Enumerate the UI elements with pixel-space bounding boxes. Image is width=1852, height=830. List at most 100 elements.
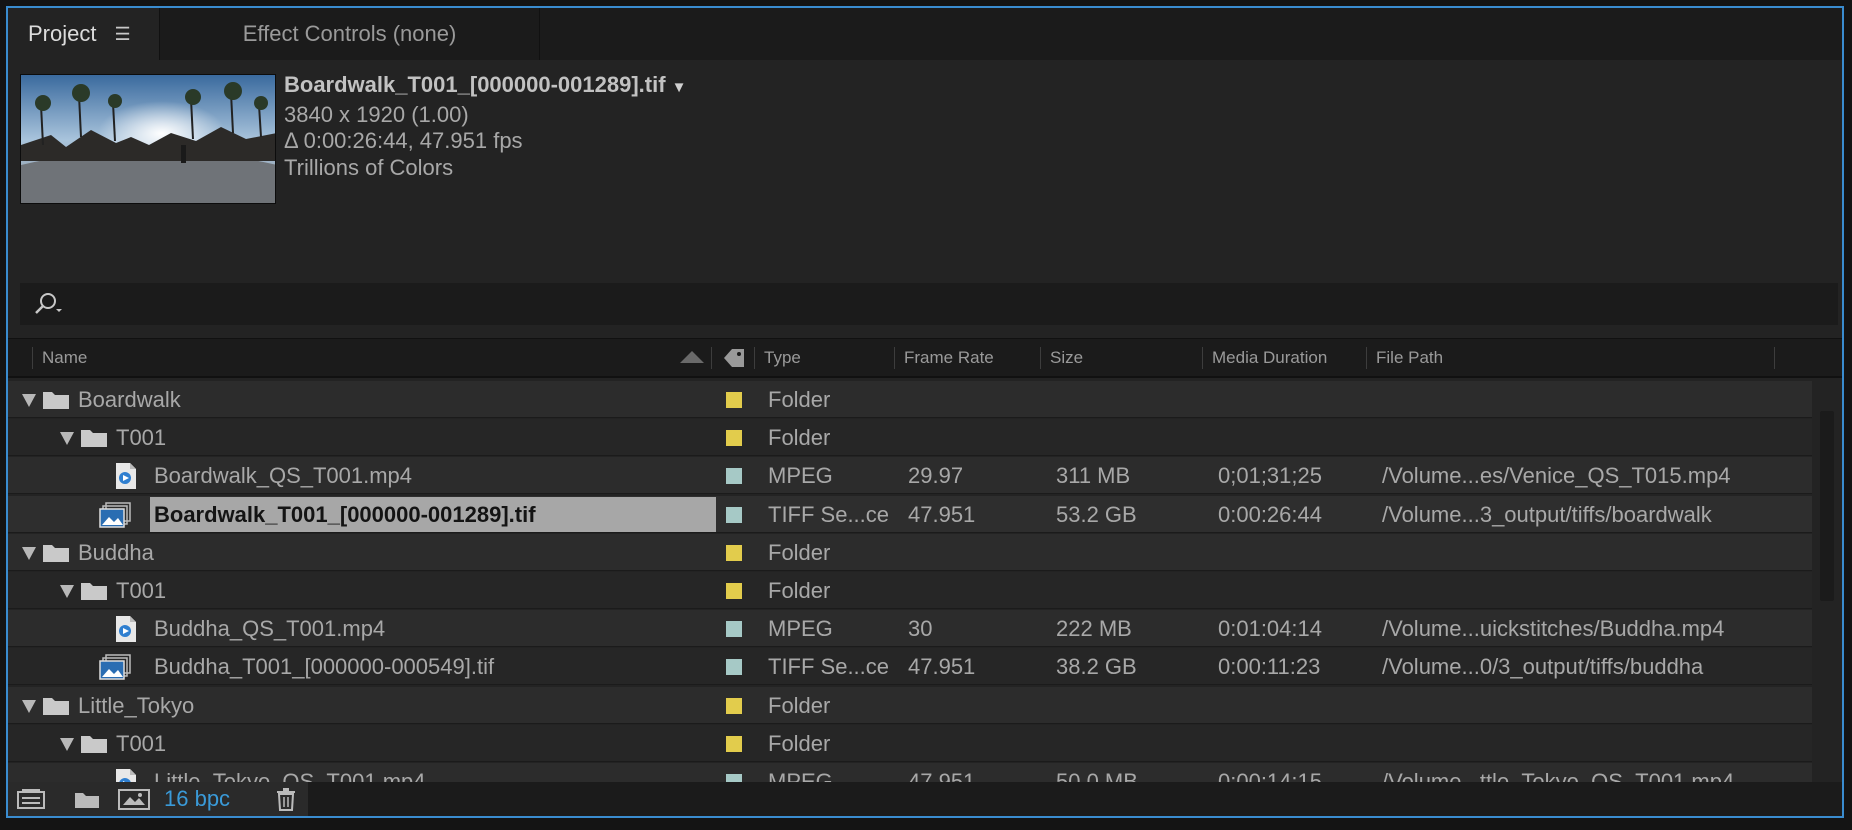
- item-media-duration: 0;01;31;25: [1218, 463, 1322, 489]
- caret-down-icon[interactable]: ▼: [672, 79, 687, 96]
- column-separator[interactable]: [32, 347, 33, 369]
- tab-project[interactable]: Project ☰: [8, 8, 160, 60]
- project-item-list: Boardwalk Folder T001 Folder Boardwalk_QS_T0…: [8, 381, 1812, 789]
- column-separator[interactable]: [894, 347, 895, 369]
- search-bar: [20, 283, 1838, 325]
- label-color-swatch[interactable]: [726, 659, 742, 676]
- item-name[interactable]: Buddha_QS_T001.mp4: [154, 610, 385, 647]
- item-name[interactable]: Little_Tokyo: [78, 687, 194, 724]
- label-color-swatch[interactable]: [726, 506, 742, 523]
- item-name[interactable]: T001: [116, 419, 166, 456]
- disclosure-triangle-icon[interactable]: [60, 585, 74, 598]
- footage-row[interactable]: Buddha_T001_[000000-000549].tif TIFF Se..…: [8, 648, 1812, 687]
- label-color-swatch[interactable]: [726, 392, 742, 408]
- item-file-path: /Volume...es/Venice_QS_T015.mp4: [1382, 463, 1731, 489]
- item-type: Folder: [768, 539, 831, 565]
- label-color-swatch[interactable]: [726, 544, 742, 561]
- new-composition-icon[interactable]: [116, 786, 152, 816]
- footage-row[interactable]: Boardwalk_T001_[000000-001289].tif TIFF S…: [8, 495, 1812, 533]
- trash-icon[interactable]: [272, 786, 300, 816]
- label-tag-icon[interactable]: [720, 346, 748, 370]
- item-media-duration: 0:01:04:14: [1218, 616, 1322, 642]
- column-separator[interactable]: [1040, 347, 1041, 369]
- item-size: 53.2 GB: [1056, 501, 1137, 527]
- vertical-scrollbar[interactable]: [1812, 381, 1842, 789]
- new-folder-icon[interactable]: [72, 786, 102, 816]
- item-name[interactable]: Buddha: [78, 534, 154, 571]
- label-color-swatch[interactable]: [726, 735, 742, 752]
- disclosure-triangle-icon[interactable]: [60, 737, 74, 751]
- folder-icon: [80, 734, 108, 754]
- label-color-swatch[interactable]: [726, 468, 742, 485]
- disclosure-triangle-icon[interactable]: [22, 699, 36, 713]
- tab-effect-controls-label: Effect Controls (none): [242, 21, 457, 46]
- item-file-path: /Volume...uickstitches/Buddha.mp4: [1382, 616, 1725, 642]
- footage-title-row[interactable]: Boardwalk_T001_[000000-001289].tif ▼: [284, 72, 686, 102]
- column-header-type[interactable]: Type: [764, 339, 801, 377]
- label-color-swatch[interactable]: [726, 697, 742, 714]
- item-frame-rate: 47.951: [908, 501, 976, 527]
- table-header: Name Type Frame Rate Size Media Duration…: [8, 338, 1842, 378]
- folder-row[interactable]: T001 Folder: [8, 419, 1812, 457]
- item-name[interactable]: T001: [116, 572, 166, 609]
- column-header-name[interactable]: Name: [42, 339, 87, 377]
- folder-icon: [80, 581, 108, 601]
- footage-row[interactable]: Boardwalk_QS_T001.mp4 MPEG 29.97 311 MB 0;01…: [8, 457, 1812, 496]
- item-name[interactable]: T001: [116, 725, 166, 762]
- column-separator[interactable]: [754, 347, 755, 369]
- column-separator[interactable]: [711, 347, 712, 369]
- item-type: Folder: [768, 425, 831, 451]
- folder-icon: [42, 696, 70, 716]
- column-separator[interactable]: [1774, 347, 1775, 369]
- item-name[interactable]: Boardwalk_QS_T001.mp4: [154, 457, 412, 494]
- label-color-swatch[interactable]: [726, 621, 742, 638]
- image-sequence-icon: [98, 653, 132, 687]
- item-size: 222 MB: [1056, 616, 1132, 642]
- label-color-swatch[interactable]: [726, 430, 742, 447]
- footage-colors: Trillions of Colors: [284, 154, 454, 180]
- column-header-media-duration[interactable]: Media Duration: [1212, 339, 1327, 377]
- folder-row[interactable]: Boardwalk Folder: [8, 381, 1812, 418]
- hamburger-icon[interactable]: ☰: [114, 24, 130, 45]
- item-type: TIFF Se...ce: [768, 654, 890, 680]
- bit-depth-button[interactable]: 16 bpc: [164, 786, 230, 812]
- column-separator[interactable]: [1366, 347, 1367, 369]
- label-color-swatch[interactable]: [726, 583, 742, 599]
- folder-row[interactable]: T001 Folder: [8, 572, 1812, 609]
- column-separator[interactable]: [1202, 347, 1203, 369]
- search-input[interactable]: [74, 287, 1818, 323]
- column-header-file-path[interactable]: File Path: [1376, 339, 1443, 377]
- footage-duration: Δ 0:00:26:44, 47.951 fps: [284, 128, 523, 153]
- item-name[interactable]: Buddha_T001_[000000-000549].tif: [154, 648, 494, 685]
- movie-file-icon: [114, 462, 138, 496]
- item-media-duration: 0:00:11:23: [1218, 654, 1321, 680]
- folder-row[interactable]: T001 Folder: [8, 724, 1812, 762]
- disclosure-triangle-icon[interactable]: [22, 394, 36, 407]
- item-type: Folder: [768, 578, 831, 603]
- item-type: MPEG: [768, 616, 833, 642]
- item-frame-rate: 47.951: [908, 654, 976, 680]
- folder-icon: [42, 390, 70, 410]
- column-header-frame-rate[interactable]: Frame Rate: [904, 339, 994, 377]
- tab-project-label: Project: [28, 21, 97, 46]
- footage-thumbnail: [20, 74, 276, 204]
- footer-toolbar: 16 bpc: [8, 782, 308, 816]
- item-type: MPEG: [768, 463, 833, 489]
- item-name[interactable]: Boardwalk_T001_[000000-001289].tif: [154, 496, 536, 533]
- folder-row[interactable]: Little_Tokyo Folder: [8, 686, 1812, 724]
- disclosure-triangle-icon[interactable]: [60, 432, 74, 446]
- tab-effect-controls[interactable]: Effect Controls (none): [160, 8, 540, 60]
- scrollbar-thumb[interactable]: [1820, 411, 1834, 601]
- sort-ascending-icon[interactable]: [680, 351, 704, 363]
- interpret-footage-icon[interactable]: [14, 786, 48, 816]
- footage-dimensions: 3840 x 1920 (1.00): [284, 101, 469, 127]
- project-panel: Project ☰ Effect Controls (none) Boardwa…: [6, 6, 1844, 818]
- footage-row[interactable]: Buddha_QS_T001.mp4 MPEG 30 222 MB 0:01:04:14…: [8, 610, 1812, 648]
- disclosure-triangle-icon[interactable]: [22, 546, 36, 560]
- item-file-path: /Volume...0/3_output/tiffs/buddha: [1382, 654, 1704, 680]
- folder-row[interactable]: Buddha Folder: [8, 533, 1812, 571]
- item-name[interactable]: Boardwalk: [78, 381, 181, 418]
- column-header-size[interactable]: Size: [1050, 339, 1083, 377]
- item-size: 311 MB: [1056, 463, 1131, 489]
- search-icon[interactable]: [32, 291, 66, 322]
